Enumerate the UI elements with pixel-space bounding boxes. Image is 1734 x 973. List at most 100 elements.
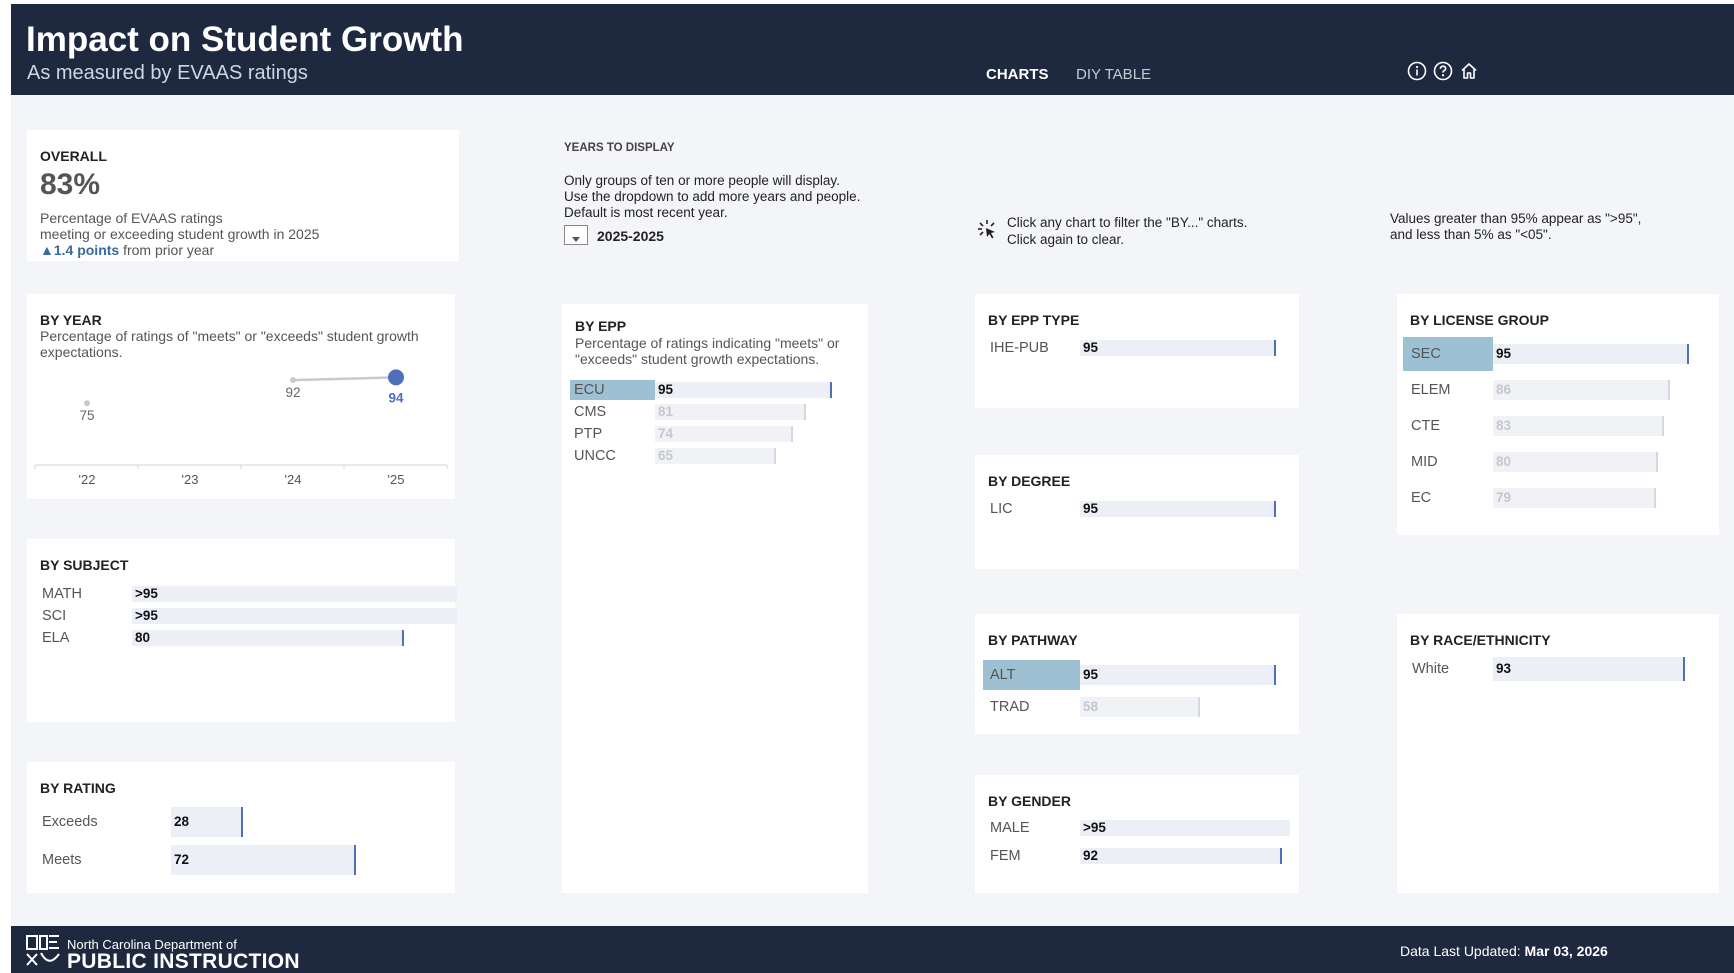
bar-end-marker <box>1656 452 1658 472</box>
bar-end-marker <box>829 382 832 398</box>
bar-row-ec[interactable]: EC 79 <box>1397 294 1719 535</box>
bar-label: SEC <box>1411 346 1441 362</box>
overall-value: 83% <box>40 168 101 201</box>
x-tick-label-0: '22 <box>79 472 96 487</box>
by-license-group-title: BY LICENSE GROUP <box>1410 312 1549 328</box>
by-subject-card[interactable]: BY SUBJECT MATH >95 SCI >95 ELA 80 <box>27 539 457 722</box>
by-epp-type-card[interactable]: BY EPP TYPE IHE-PUB 95 <box>975 294 1299 408</box>
by-gender-title: BY GENDER <box>988 793 1071 809</box>
bar-label: MATH <box>42 586 83 602</box>
bar-end-marker <box>1273 501 1276 517</box>
bar-row-elem[interactable]: ELEM 86 <box>1397 294 1719 535</box>
bar-label: SCI <box>42 608 67 624</box>
bar-label: CMS <box>574 404 607 420</box>
bar-label: PTP <box>574 426 603 442</box>
bar-label: LIC <box>990 501 1013 517</box>
by-year-card[interactable]: BY YEAR Percentage of ratings of "meets"… <box>27 294 455 499</box>
years-dropdown[interactable] <box>564 225 588 245</box>
bar-track <box>1080 697 1199 717</box>
bar-label: EC <box>1411 490 1432 506</box>
home-icon[interactable] <box>1459 61 1479 81</box>
tab-diy-table[interactable]: DIY TABLE <box>1076 66 1151 83</box>
data-point-0 <box>84 400 90 407</box>
bar-row-white[interactable]: White 93 <box>1397 614 1719 893</box>
series-line <box>292 376 397 382</box>
footer-bar: North Carolina Department of PUBLIC INST… <box>11 926 1734 973</box>
overall-change: ▲1.4 points from prior year <box>40 242 214 258</box>
x-tick-label-1: '23 <box>182 472 199 487</box>
x-tick-label-2: '24 <box>285 472 302 487</box>
data-label-0: 75 <box>79 408 94 423</box>
bar-row-sec[interactable]: SEC 95 <box>1397 294 1719 535</box>
by-epp-type-title: BY EPP TYPE <box>988 312 1080 328</box>
bar-value: 80 <box>1496 454 1512 469</box>
bar-row-ecu[interactable]: ECU 95 <box>562 304 868 893</box>
bar-track <box>1080 665 1275 685</box>
bar-value: 79 <box>1496 490 1512 505</box>
bar-track <box>171 807 243 837</box>
by-epp-title: BY EPP <box>575 318 627 334</box>
bar-end-marker <box>803 404 806 420</box>
bar-end-marker <box>774 448 777 464</box>
bar-label: MID <box>1411 454 1438 470</box>
bar-value: 95 <box>1083 340 1099 355</box>
tab-charts[interactable]: CHARTS <box>986 66 1049 83</box>
bar-value: 95 <box>1083 501 1099 516</box>
bar-track <box>655 448 776 464</box>
by-pathway-card[interactable]: BY PATHWAY ALT 95 TRAD 58 <box>975 614 1299 734</box>
updated-label: Data Last Updated: <box>1400 943 1521 959</box>
bar-value: 65 <box>658 448 674 463</box>
bar-row-cte[interactable]: CTE 83 <box>1397 294 1719 535</box>
bar-track <box>132 586 457 602</box>
bar-label: UNCC <box>574 448 616 464</box>
bar-row-cms[interactable]: CMS 81 <box>562 304 868 893</box>
change-value: ▲1.4 points <box>40 242 120 258</box>
by-race-card[interactable]: BY RACE/ETHNICITY White 93 <box>1397 614 1719 893</box>
bar-track <box>171 845 355 875</box>
bar-end-marker <box>790 426 793 442</box>
years-note-1: Only groups of ten or more people will d… <box>564 173 840 188</box>
hint-line-2: Click again to clear. <box>1007 232 1125 247</box>
dashboard-frame: Impact on Student Growth As measured by … <box>11 4 1734 973</box>
bar-row-mid[interactable]: MID 80 <box>1397 294 1719 535</box>
by-subject-title: BY SUBJECT <box>40 557 129 573</box>
hint-line-1: Click any chart to filter the "BY..." ch… <box>1007 215 1248 230</box>
bar-label: Exceeds <box>42 814 98 830</box>
by-license-group-card[interactable]: BY LICENSE GROUP SEC 95 ELEM 86 CTE 83 MID 80 EC… <box>1397 294 1719 535</box>
by-rating-card[interactable]: BY RATING Exceeds 28 Meets 72 <box>27 762 455 893</box>
bar-track <box>1493 488 1655 508</box>
by-epp-desc: Percentage of ratings indicating "meets"… <box>575 335 840 367</box>
bar-label: ELEM <box>1411 382 1451 398</box>
bar-track <box>655 382 831 398</box>
bar-value: >95 <box>1083 820 1106 835</box>
bar-track <box>655 426 792 442</box>
by-epp-card[interactable]: BY EPP Percentage of ratings indicating … <box>562 304 868 893</box>
bar-end-marker <box>1686 344 1689 364</box>
bar-label: ELA <box>42 630 70 646</box>
bar-row-ptp[interactable]: PTP 74 <box>562 304 868 893</box>
bar-value: 58 <box>1083 699 1099 714</box>
by-year-chart[interactable]: '22 '23 '24 '25 75 92 94 <box>27 354 455 499</box>
bar-label: CTE <box>1411 418 1440 434</box>
overall-card: OVERALL 83% Percentage of EVAAS ratings … <box>27 130 459 261</box>
data-point-2 <box>290 377 296 384</box>
bar-end-marker <box>1662 416 1665 436</box>
bar-value: >95 <box>135 586 158 601</box>
bar-track <box>132 630 403 646</box>
x-tick-label-3: '25 <box>388 472 405 487</box>
years-note-2: Use the dropdown to add more years and p… <box>564 189 861 204</box>
help-icon[interactable] <box>1433 61 1453 81</box>
by-race-title: BY RACE/ETHNICITY <box>1410 632 1551 648</box>
info-icon[interactable] <box>1407 61 1427 81</box>
bar-row-uncc[interactable]: UNCC 65 <box>562 304 868 893</box>
bar-track <box>132 608 457 624</box>
by-degree-card[interactable]: BY DEGREE LIC 95 <box>975 455 1299 569</box>
bar-value: 81 <box>658 404 674 419</box>
by-gender-card[interactable]: BY GENDER MALE >95 FEM 92 <box>975 775 1299 893</box>
bar-end-marker <box>353 845 356 875</box>
bar-label: Meets <box>42 852 82 868</box>
bar-label: ALT <box>990 667 1016 683</box>
bar-label: FEM <box>990 848 1021 864</box>
by-rating-title: BY RATING <box>40 780 116 796</box>
bar-label: MALE <box>990 820 1030 836</box>
